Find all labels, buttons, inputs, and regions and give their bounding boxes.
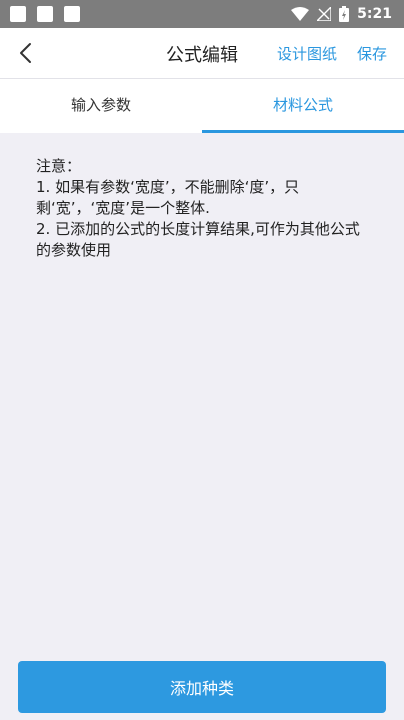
notes-heading: 注意：	[36, 157, 82, 175]
save-button[interactable]: 保存	[357, 43, 387, 64]
tab-material-formula[interactable]: 材料公式	[202, 79, 404, 133]
notification-icon	[10, 6, 26, 22]
note-line-2: 2. 已添加的公式的长度计算结果,可作为其他公式的参数使用	[36, 220, 360, 259]
notes-section: 注意： 1. 如果有参数‘宽度’，不能删除‘度’，只剩‘宽’，‘宽度’是一个整体…	[36, 156, 372, 261]
design-drawing-link[interactable]: 设计图纸	[277, 43, 337, 64]
notification-icon	[64, 6, 80, 22]
tab-bar: 输入参数 材料公式	[0, 79, 404, 133]
battery-icon	[339, 6, 350, 22]
wifi-icon	[291, 7, 310, 21]
tab-input-params[interactable]: 输入参数	[0, 79, 202, 133]
add-category-button[interactable]: 添加种类	[18, 661, 386, 713]
status-bar: 5:21	[0, 0, 404, 28]
page-title: 公式编辑	[166, 45, 238, 66]
notification-icon	[37, 6, 53, 22]
status-time: 5:21	[357, 6, 392, 22]
note-line-1: 1. 如果有参数‘宽度’，不能删除‘度’，只剩‘宽’，‘宽度’是一个整体.	[36, 178, 300, 217]
app-header: 公式编辑 设计图纸 保存	[0, 28, 404, 79]
back-arrow-icon[interactable]	[14, 40, 40, 66]
signal-icon	[317, 7, 332, 21]
